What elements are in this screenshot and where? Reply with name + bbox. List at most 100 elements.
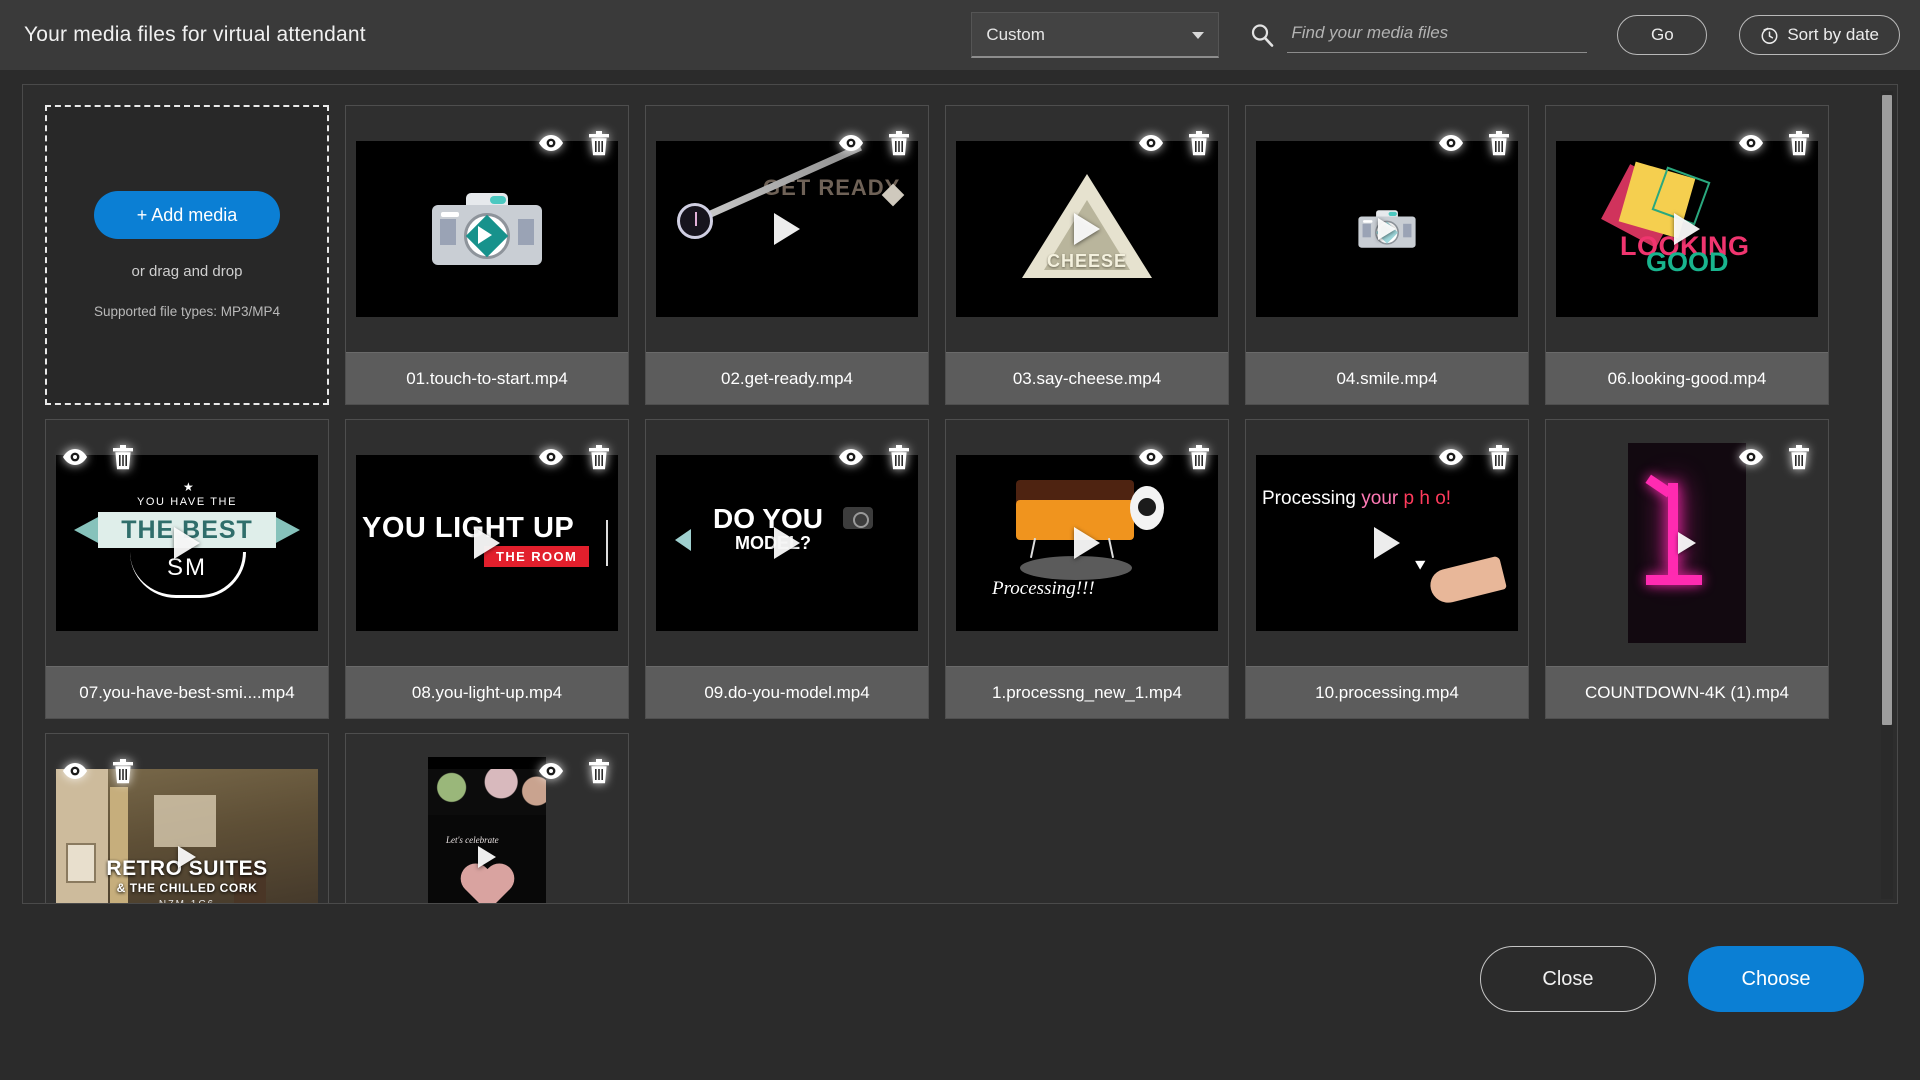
header-controls: Custom Go Sort by date — [971, 0, 1900, 70]
header-bar: Your media files for virtual attendant C… — [0, 0, 1920, 70]
vertical-scrollbar[interactable] — [1881, 91, 1893, 899]
media-card[interactable]: COUNTDOWN-4K (1).mp4 — [1545, 419, 1829, 719]
media-grid: + Add media or drag and drop Supported f… — [23, 85, 1868, 903]
card-actions — [1438, 130, 1512, 156]
preview-eye-icon[interactable] — [838, 444, 864, 470]
media-card[interactable]: Processing your p h o! 10.processing.mp4 — [1245, 419, 1529, 719]
processing-text-3: p h o! — [1403, 488, 1452, 509]
media-card[interactable]: YOU LIGHT UP THE ROOM 08.you-light-up.mp… — [345, 419, 629, 719]
thumbnail: DO YOU MODEL? — [656, 455, 918, 631]
thumbnail: CHEESE — [956, 141, 1218, 317]
model-text-1: DO YOU — [713, 503, 823, 534]
thumbnail-area: LOOKING GOOD — [1546, 106, 1828, 352]
media-card[interactable]: GET READY 02.get-ready.mp4 — [645, 105, 929, 405]
sort-by-date-label: Sort by date — [1787, 25, 1879, 44]
thumbnail: GET READY — [656, 141, 918, 317]
delete-trash-icon[interactable] — [586, 444, 612, 470]
retro-text-3: N7M 1C6 — [56, 899, 318, 903]
add-media-button[interactable]: + Add media — [94, 191, 280, 239]
card-actions — [1138, 130, 1212, 156]
media-card[interactable]: 01.touch-to-start.mp4 — [345, 105, 629, 405]
thumbnail-area: YOU LIGHT UP THE ROOM — [346, 420, 628, 666]
card-actions — [1438, 444, 1512, 470]
close-button[interactable]: Close — [1480, 946, 1656, 1012]
supported-types-hint: Supported file types: MP3/MP4 — [93, 304, 281, 319]
delete-trash-icon[interactable] — [1186, 130, 1212, 156]
play-overlay-icon — [174, 527, 200, 559]
play-overlay-icon — [1074, 213, 1100, 245]
thumbnail-area: Processing!!! — [946, 420, 1228, 666]
processing-text-1: Processing — [1262, 488, 1356, 509]
media-card[interactable]: Processing!!! 1.processng_new_1.mp4 — [945, 419, 1229, 719]
media-card[interactable]: DO YOU MODEL? 09.do-you-model.mp4 — [645, 419, 929, 719]
preview-eye-icon[interactable] — [1138, 130, 1164, 156]
preview-eye-icon[interactable] — [1738, 130, 1764, 156]
delete-trash-icon[interactable] — [1486, 130, 1512, 156]
thumbnail-area: Let's celebrate — [346, 734, 628, 903]
media-card[interactable]: Let's celebrate — [345, 733, 629, 903]
play-overlay-icon — [1378, 218, 1396, 240]
delete-trash-icon[interactable] — [110, 444, 136, 470]
thumbnail-area: RETRO SUITES & THE CHILLED CORK N7M 1C6 — [46, 734, 328, 903]
play-overlay-icon — [1678, 532, 1696, 554]
preview-eye-icon[interactable] — [1738, 444, 1764, 470]
media-card[interactable]: CHEESE 03.say-cheese.mp4 — [945, 105, 1229, 405]
delete-trash-icon[interactable] — [586, 130, 612, 156]
preview-eye-icon[interactable] — [1438, 444, 1464, 470]
card-actions — [538, 758, 612, 784]
delete-trash-icon[interactable] — [886, 130, 912, 156]
card-actions — [1138, 444, 1212, 470]
delete-trash-icon[interactable] — [1486, 444, 1512, 470]
delete-trash-icon[interactable] — [886, 444, 912, 470]
delete-trash-icon[interactable] — [586, 758, 612, 784]
preview-eye-icon[interactable] — [1138, 444, 1164, 470]
preview-eye-icon[interactable] — [62, 758, 88, 784]
chevron-down-icon — [1192, 31, 1205, 39]
processing-art-text: Processing!!! — [992, 578, 1095, 599]
delete-trash-icon[interactable] — [110, 758, 136, 784]
preview-eye-icon[interactable] — [62, 444, 88, 470]
media-card[interactable]: LOOKING GOOD 06.looking-good.mp4 — [1545, 105, 1829, 405]
preview-eye-icon[interactable] — [538, 130, 564, 156]
best-smile-text-top: YOU HAVE THE — [136, 496, 238, 508]
media-card[interactable]: RETRO SUITES & THE CHILLED CORK N7M 1C6 — [45, 733, 329, 903]
thumbnail-area: DO YOU MODEL? — [646, 420, 928, 666]
sort-by-date-button[interactable]: Sort by date — [1739, 15, 1900, 55]
preview-eye-icon[interactable] — [1438, 130, 1464, 156]
delete-trash-icon[interactable] — [1186, 444, 1212, 470]
footer-bar: Close Choose — [0, 904, 1920, 1080]
play-overlay-icon — [1074, 527, 1100, 559]
add-media-dropzone[interactable]: + Add media or drag and drop Supported f… — [45, 105, 329, 405]
search-input[interactable] — [1287, 17, 1588, 53]
drag-drop-hint: or drag and drop — [131, 263, 243, 280]
thumbnail-area — [1246, 106, 1528, 352]
thumbnail — [356, 141, 618, 317]
looking-good-text-2: GOOD — [1646, 247, 1729, 277]
delete-trash-icon[interactable] — [1786, 444, 1812, 470]
media-filename: 1.processng_new_1.mp4 — [946, 666, 1228, 718]
media-browser-panel: + Add media or drag and drop Supported f… — [22, 84, 1898, 904]
media-card[interactable]: 04.smile.mp4 — [1245, 105, 1529, 405]
preview-eye-icon[interactable] — [538, 444, 564, 470]
cheese-art-text: CHEESE — [1046, 251, 1128, 271]
media-card[interactable]: ★ YOU HAVE THE THE BEST SM 07.you-have-b… — [45, 419, 329, 719]
card-actions — [838, 130, 912, 156]
scrollbar-thumb[interactable] — [1882, 95, 1892, 725]
media-filename: 03.say-cheese.mp4 — [946, 352, 1228, 404]
thumbnail: RETRO SUITES & THE CHILLED CORK N7M 1C6 — [56, 769, 318, 903]
thumbnail: ★ YOU HAVE THE THE BEST SM — [56, 455, 318, 631]
choose-button[interactable]: Choose — [1688, 946, 1864, 1012]
footer-actions: Close Choose — [1480, 946, 1864, 1012]
filter-select[interactable]: Custom — [971, 12, 1220, 58]
delete-trash-icon[interactable] — [1786, 130, 1812, 156]
play-overlay-icon — [774, 213, 800, 245]
play-overlay-icon — [1374, 527, 1400, 559]
media-filename: 09.do-you-model.mp4 — [646, 666, 928, 718]
retro-suites-art: RETRO SUITES & THE CHILLED CORK N7M 1C6 — [56, 769, 318, 903]
search-area — [1245, 12, 1588, 58]
preview-eye-icon[interactable] — [538, 758, 564, 784]
preview-eye-icon[interactable] — [838, 130, 864, 156]
go-button[interactable]: Go — [1617, 15, 1708, 55]
card-actions — [62, 444, 136, 470]
media-filename: 07.you-have-best-smi....mp4 — [46, 666, 328, 718]
